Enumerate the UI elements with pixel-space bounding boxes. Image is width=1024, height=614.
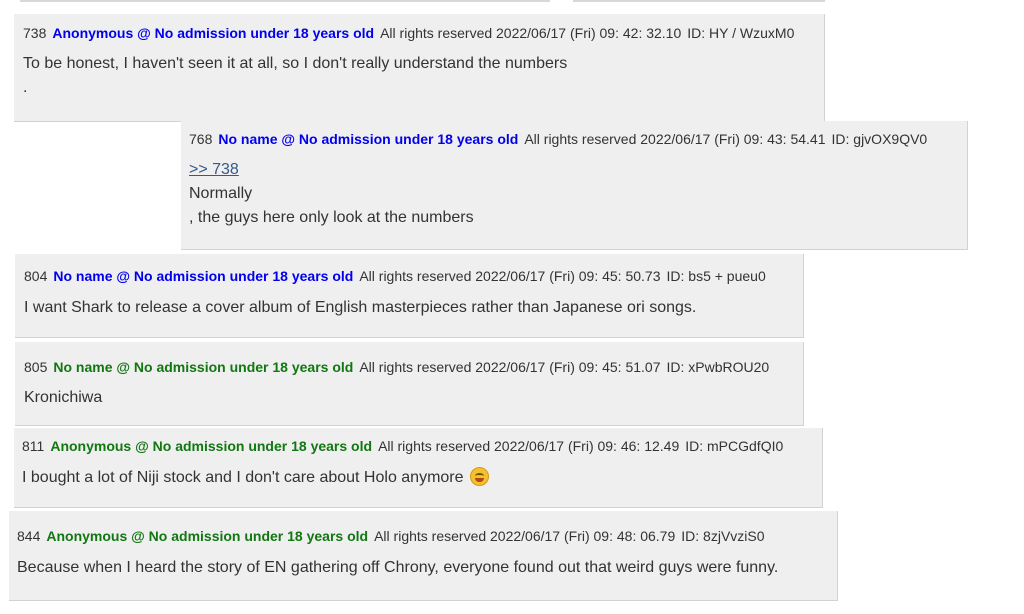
divider xyxy=(573,0,825,2)
post-body: I want Shark to release a cover album of… xyxy=(24,296,696,320)
post-body: Because when I heard the story of EN gat… xyxy=(17,556,778,580)
poster-id[interactable]: ID: 8zjVvziS0 xyxy=(681,528,764,544)
post-number[interactable]: 738 xyxy=(23,25,46,41)
post-line: I want Shark to release a cover album of… xyxy=(24,299,697,316)
post-line: To be honest, I haven't seen it at all, … xyxy=(23,55,568,72)
poster-name: Anonymous @ No admission under 18 years … xyxy=(52,25,375,41)
post-number[interactable]: 811 xyxy=(22,438,44,454)
post-line: I bought a lot of Niji stock and I don't… xyxy=(22,469,464,486)
hugging-face-icon xyxy=(469,467,489,486)
post-768: 768 No name @ No admission under 18 years… xyxy=(181,121,968,250)
poster-name: Anonymous @ No admission under 18 years … xyxy=(46,528,369,544)
post-header: 738 Anonymous @ No admission under 18 yea… xyxy=(23,25,794,41)
post-number[interactable]: 768 xyxy=(189,131,212,147)
poster-name: Anonymous @ No admission under 18 years … xyxy=(50,438,373,454)
divider xyxy=(20,0,550,2)
post-date: All rights reserved 2022/06/17 (Fri) 09:… xyxy=(374,528,676,544)
poster-id[interactable]: ID: HY / WzuxM0 xyxy=(687,25,794,41)
post-line: , the guys here only look at the numbers xyxy=(189,209,474,226)
post-804: 804 No name @ No admission under 18 years… xyxy=(15,254,804,338)
poster-name: No name @ No admission under 18 years ol… xyxy=(53,268,354,284)
post-line: Because when I heard the story of EN gat… xyxy=(17,559,779,576)
post-line: Kronichiwa xyxy=(24,389,103,406)
post-header: 805 No name @ No admission under 18 years… xyxy=(24,359,769,375)
reply-link-738[interactable]: >> 738 xyxy=(189,161,239,178)
post-number[interactable]: 844 xyxy=(17,528,40,544)
post-body: To be honest, I haven't seen it at all, … xyxy=(23,52,567,100)
post-number[interactable]: 804 xyxy=(24,268,47,284)
post-844: 844 Anonymous @ No admission under 18 yea… xyxy=(9,511,838,601)
post-body: Kronichiwa xyxy=(24,386,102,410)
post-738: 738 Anonymous @ No admission under 18 yea… xyxy=(14,14,825,122)
post-header: 804 No name @ No admission under 18 years… xyxy=(24,268,766,284)
post-date: All rights reserved 2022/06/17 (Fri) 09:… xyxy=(524,131,826,147)
poster-id[interactable]: ID: mPCGdfQI0 xyxy=(685,438,783,454)
post-date: All rights reserved 2022/06/17 (Fri) 09:… xyxy=(359,268,661,284)
post-number[interactable]: 805 xyxy=(24,359,47,375)
post-811: 811 Anonymous @ No admission under 18 yea… xyxy=(14,428,823,508)
post-date: All rights reserved 2022/06/17 (Fri) 09:… xyxy=(380,25,682,41)
post-date: All rights reserved 2022/06/17 (Fri) 09:… xyxy=(378,438,680,454)
poster-id[interactable]: ID: gjvOX9QV0 xyxy=(832,131,928,147)
post-date: All rights reserved 2022/06/17 (Fri) 09:… xyxy=(359,359,661,375)
poster-name: No name @ No admission under 18 years ol… xyxy=(218,131,519,147)
post-line: Normally xyxy=(189,185,253,202)
post-header: 844 Anonymous @ No admission under 18 yea… xyxy=(17,528,765,544)
post-header: 768 No name @ No admission under 18 years… xyxy=(189,131,927,147)
post-body: I bought a lot of Niji stock and I don't… xyxy=(22,466,489,490)
poster-id[interactable]: ID: bs5 + pueu0 xyxy=(667,268,766,284)
poster-id[interactable]: ID: xPwbROU20 xyxy=(667,359,770,375)
poster-name: No name @ No admission under 18 years ol… xyxy=(53,359,354,375)
post-body: >> 738 Normally , the guys here only loo… xyxy=(189,158,474,230)
post-header: 811 Anonymous @ No admission under 18 yea… xyxy=(22,438,783,454)
post-line: . xyxy=(23,79,28,96)
post-805: 805 No name @ No admission under 18 years… xyxy=(15,342,804,426)
